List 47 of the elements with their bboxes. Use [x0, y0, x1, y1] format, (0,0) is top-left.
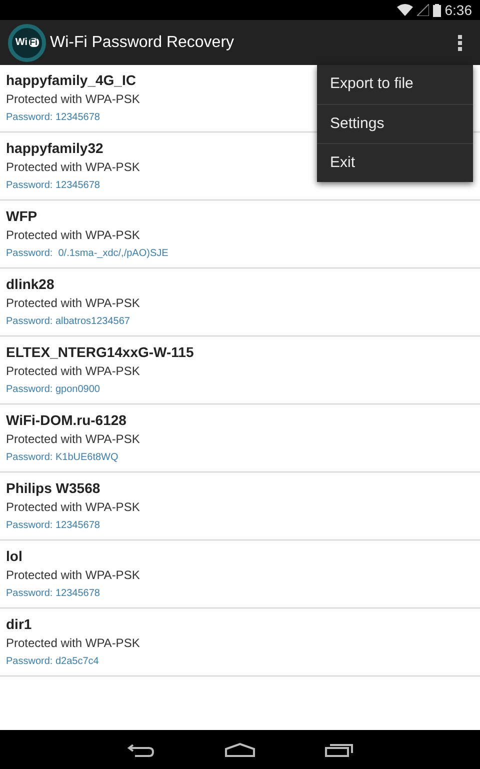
network-item[interactable]: dir1 Protected with WPA-PSK Password: d2a5c7c4 — [0, 609, 480, 677]
network-item[interactable]: lol Protected with WPA-PSK Password: 12345678 — [0, 541, 480, 609]
network-item[interactable]: dlink28 Protected with WPA-PSK Password: albatros1234567 — [0, 269, 480, 337]
home-icon[interactable] — [225, 742, 255, 756]
network-item[interactable]: WFP Protected with WPA-PSK Password: 0/.1sma-_xdc/,/pAO)SJE — [0, 201, 480, 269]
network-security: Protected with WPA-PSK — [6, 227, 140, 244]
recents-icon[interactable] — [325, 742, 353, 756]
network-password: Password: 0/.1sma-_xdc/,/pAO)SJE — [6, 247, 168, 261]
network-name: Philips W3568 — [6, 479, 100, 498]
network-name: happyfamily_4G_IC — [6, 71, 136, 90]
network-security: Protected with WPA-PSK — [6, 159, 140, 176]
network-name: lol — [6, 547, 22, 566]
network-name: WFP — [6, 207, 38, 226]
signal-icon — [416, 4, 429, 16]
network-security: Protected with WPA-PSK — [6, 431, 140, 448]
network-item[interactable]: ELTEX_NTERG14xxG-W-115 Protected with WPA-PSK Password: gpon0900 — [0, 337, 480, 405]
network-name: dlink28 — [6, 275, 54, 294]
wifi-icon — [396, 4, 413, 16]
network-password: Password: 12345678 — [6, 111, 100, 125]
network-security: Protected with WPA-PSK — [6, 91, 140, 108]
menu-item[interactable]: Exit — [317, 143, 473, 182]
network-name: dir1 — [6, 615, 32, 634]
network-password: Password: 12345678 — [6, 519, 100, 533]
clock: 6:36 — [444, 0, 472, 20]
network-security: Protected with WPA-PSK — [6, 567, 140, 584]
network-name: WiFi-DOM.ru-6128 — [6, 411, 126, 430]
network-password: Password: gpon0900 — [6, 383, 100, 397]
network-name: happyfamily32 — [6, 139, 104, 158]
more-icon — [458, 34, 462, 50]
network-item[interactable]: Philips W3568 Protected with WPA-PSK Password: 12345678 — [0, 473, 480, 541]
network-security: Protected with WPA-PSK — [6, 499, 140, 516]
network-password: Password: K1bUE6t8WQ — [6, 451, 118, 465]
app-title: Wi-Fi Password Recovery — [50, 32, 236, 52]
network-password: Password: albatros1234567 — [6, 315, 130, 329]
network-security: Protected with WPA-PSK — [6, 363, 140, 380]
network-password: Password: 12345678 — [6, 179, 100, 193]
app-logo: Wi Fi — [8, 24, 46, 62]
back-icon[interactable] — [127, 742, 155, 756]
network-security: Protected with WPA-PSK — [6, 295, 140, 312]
menu-item[interactable]: Export to file — [317, 65, 473, 104]
network-password: Password: 12345678 — [6, 587, 100, 601]
network-name: ELTEX_NTERG14xxG-W-115 — [6, 343, 194, 362]
network-security: Protected with WPA-PSK — [6, 635, 140, 652]
menu-item[interactable]: Settings — [317, 104, 473, 143]
battery-icon — [432, 4, 441, 16]
network-password: Password: d2a5c7c4 — [6, 655, 99, 669]
network-item[interactable]: WiFi-DOM.ru-6128 Protected with WPA-PSK Password: K1bUE6t8WQ — [0, 405, 480, 473]
